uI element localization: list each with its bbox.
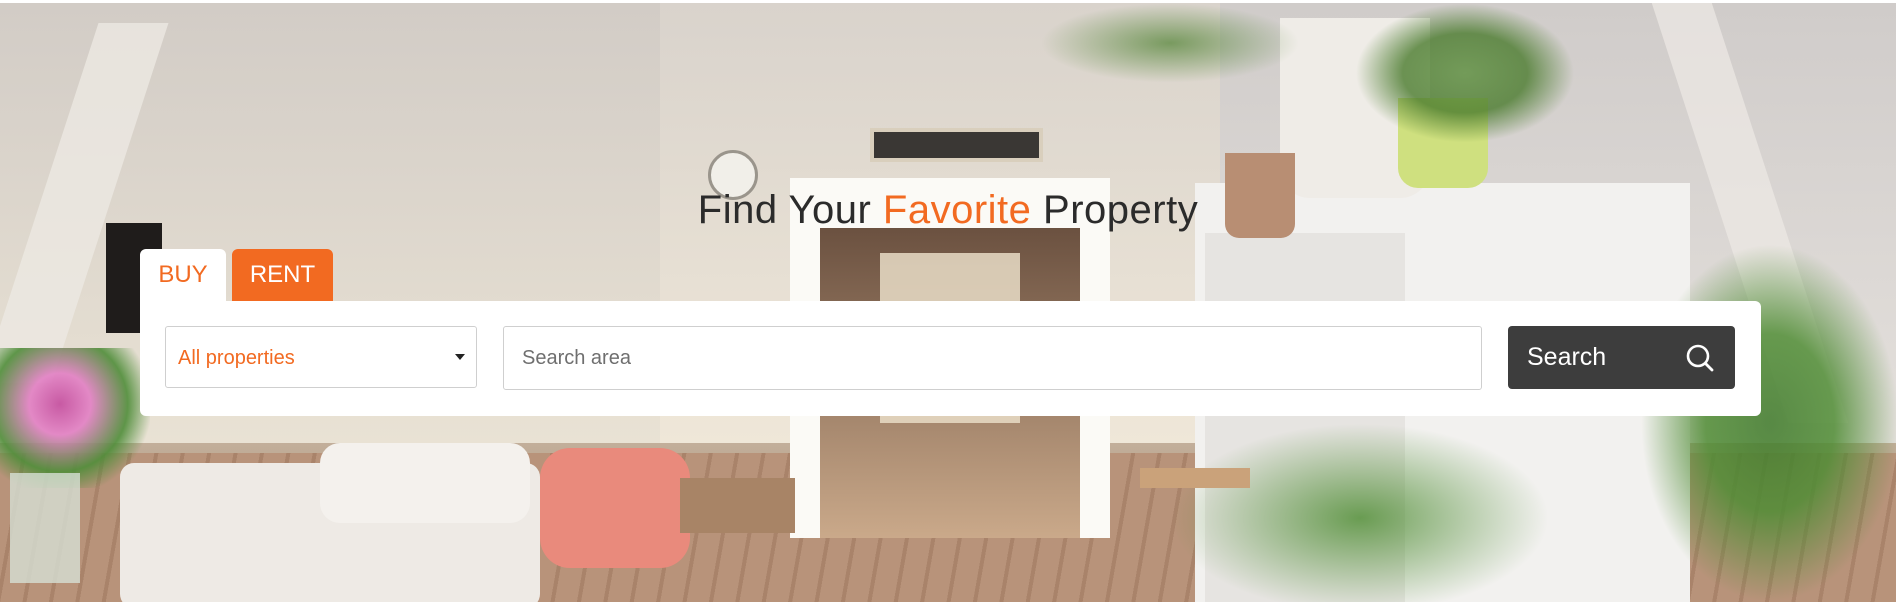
search-icon: [1686, 344, 1714, 372]
caret-down-icon: [455, 354, 465, 360]
wooden-bench: [680, 478, 795, 533]
plant-leaves: [1355, 3, 1575, 143]
wall-heater: [870, 128, 1043, 162]
tab-buy[interactable]: BUY: [140, 249, 226, 301]
hero-title-start: Find Your: [697, 188, 872, 232]
white-sofa-back: [320, 443, 530, 523]
property-type-selected: All properties: [178, 347, 295, 369]
pink-armchair: [540, 448, 690, 568]
tab-rent[interactable]: RENT: [232, 249, 333, 301]
glass-vase: [10, 473, 80, 583]
hero-title-accent: Favorite: [882, 188, 1032, 232]
plant-leaves: [1040, 3, 1300, 83]
hero-title-end: Property: [1043, 188, 1199, 232]
hero-title: Find Your Favorite Property: [0, 188, 1896, 233]
side-table: [1140, 468, 1250, 488]
search-button[interactable]: Search: [1508, 326, 1735, 389]
search-area-input[interactable]: [503, 326, 1482, 390]
plant-leaves: [1170, 423, 1550, 602]
plant-leaves: [1640, 243, 1896, 602]
property-type-select[interactable]: All properties: [165, 326, 477, 388]
search-button-label: Search: [1527, 343, 1607, 371]
search-panel: All properties Search: [140, 301, 1761, 416]
